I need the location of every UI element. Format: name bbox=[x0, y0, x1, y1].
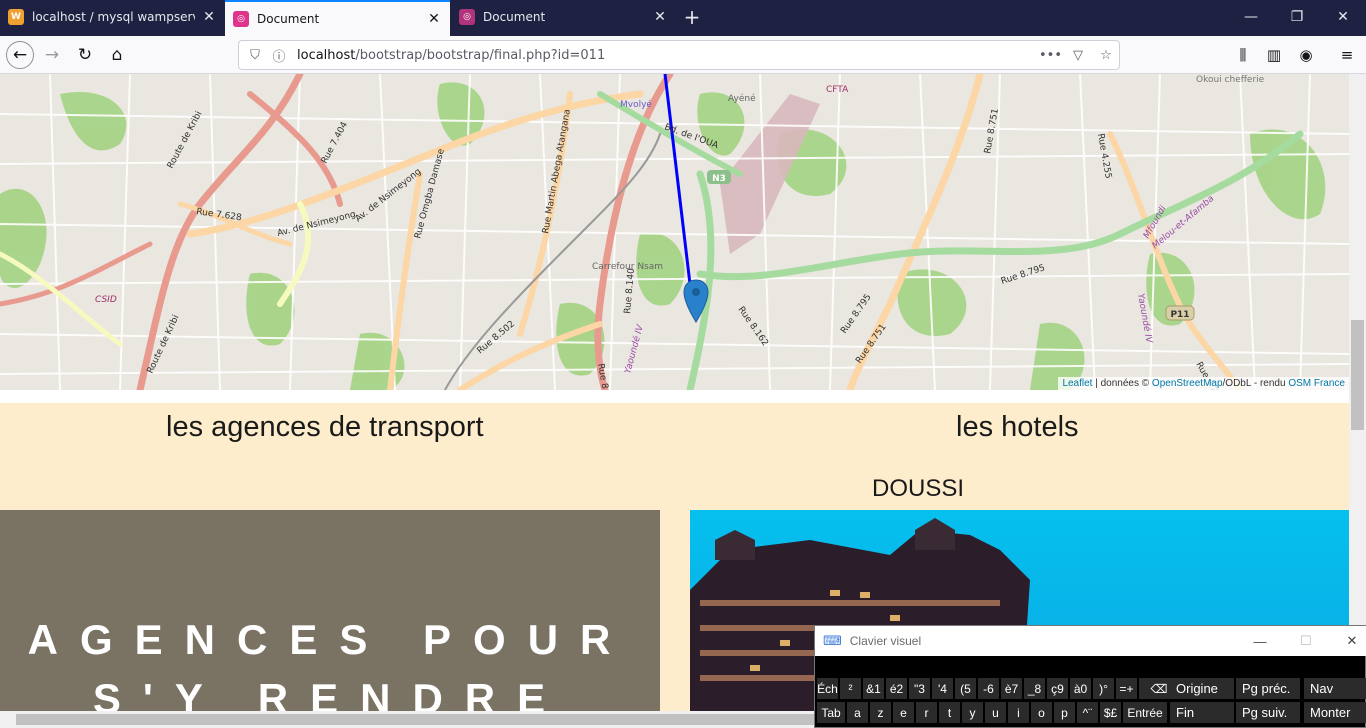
document-favicon-icon: ◎ bbox=[233, 11, 249, 27]
key-2[interactable]: &1 bbox=[863, 678, 884, 699]
tab-title: Document bbox=[483, 10, 546, 24]
key-4[interactable]: "3 bbox=[909, 678, 930, 699]
key-row2-12[interactable]: $£ bbox=[1100, 702, 1121, 723]
tab-phpmyadmin[interactable]: W localhost / mysql wampserver ✕ bbox=[0, 0, 225, 34]
key-0[interactable]: Éch bbox=[817, 678, 838, 699]
tab-key[interactable]: Tab bbox=[817, 702, 845, 723]
key-13[interactable]: =+ bbox=[1116, 678, 1137, 699]
page-actions-icon[interactable]: ••• bbox=[1039, 48, 1062, 63]
close-window-icon[interactable]: ✕ bbox=[1320, 0, 1366, 34]
leaflet-link[interactable]: Leaflet bbox=[1062, 378, 1092, 389]
map-place-label: Mvolyé bbox=[620, 99, 652, 110]
navigation-toolbar: ← → ↻ ⌂ ⛉ ⓘ localhost/bootstrap/bootstra… bbox=[0, 36, 1366, 74]
map-place-label: Okoui chefferie bbox=[1196, 75, 1265, 85]
url-host: localhost bbox=[297, 47, 356, 63]
osm-link[interactable]: OpenStreetMap bbox=[1152, 378, 1223, 389]
key-row2-7[interactable]: u bbox=[985, 702, 1006, 723]
agency-banner[interactable]: AGENCES POUR S'Y RENDRE bbox=[0, 510, 660, 728]
new-tab-button[interactable]: + bbox=[680, 4, 704, 30]
key-row2-8[interactable]: i bbox=[1008, 702, 1029, 723]
nav-key-pgprc[interactable]: Pg préc. bbox=[1236, 678, 1300, 699]
key-row2-11[interactable]: ^¨ bbox=[1077, 702, 1098, 723]
shield-icon[interactable]: ⛉ bbox=[245, 48, 265, 63]
scroll-thumb[interactable] bbox=[16, 714, 816, 725]
license-text: /ODbL - rendu bbox=[1222, 378, 1289, 389]
vertical-scrollbar[interactable] bbox=[1349, 74, 1366, 714]
svg-text:N3: N3 bbox=[712, 174, 726, 184]
account-icon[interactable]: ◉ bbox=[1296, 45, 1316, 65]
keyboard-titlebar[interactable]: ⌨ Clavier visuel — ☐ ✕ bbox=[815, 626, 1366, 656]
key-row2-3[interactable]: e bbox=[893, 702, 914, 723]
url-text[interactable]: localhost/bootstrap/bootstrap/final.php?… bbox=[297, 48, 605, 63]
leaflet-map[interactable]: N3 P11 Mvolyé Ayéné CFTA Okoui chefferie Car… bbox=[0, 74, 1349, 390]
scroll-thumb[interactable] bbox=[1351, 320, 1364, 430]
address-bar[interactable]: ⛉ ⓘ localhost/bootstrap/bootstrap/final.… bbox=[238, 40, 1120, 70]
maximize-icon[interactable]: ☐ bbox=[1283, 626, 1329, 656]
nav-key-nav[interactable]: Nav bbox=[1304, 678, 1366, 699]
forward-button[interactable]: → bbox=[38, 41, 66, 69]
key-3[interactable]: é2 bbox=[886, 678, 907, 699]
key-6[interactable]: (5 bbox=[955, 678, 976, 699]
map-place-label: CFTA bbox=[826, 85, 849, 95]
key-row2-2[interactable]: z bbox=[870, 702, 891, 723]
close-tab-icon[interactable]: ✕ bbox=[652, 9, 668, 25]
key-row2-6[interactable]: y bbox=[962, 702, 983, 723]
key-1[interactable]: ² bbox=[840, 678, 861, 699]
url-path: /bootstrap/bootstrap/final.php?id=011 bbox=[355, 47, 606, 63]
key-5[interactable]: '4 bbox=[932, 678, 953, 699]
key-9[interactable]: _8 bbox=[1024, 678, 1045, 699]
restore-icon[interactable]: ❐ bbox=[1274, 0, 1320, 34]
document-favicon-icon: ◎ bbox=[459, 9, 475, 25]
svg-text:P11: P11 bbox=[1170, 310, 1189, 320]
attribution-text: | données © bbox=[1092, 378, 1152, 389]
map-attribution: Leaflet | données © OpenStreetMap/ODbL -… bbox=[1058, 377, 1349, 390]
osm-france-link[interactable]: OSM France bbox=[1288, 378, 1345, 389]
map-place-label: CSID bbox=[95, 295, 117, 305]
enter-key[interactable]: Entrée bbox=[1123, 702, 1167, 723]
nav-key-monter[interactable]: Monter bbox=[1304, 702, 1366, 723]
hotels-heading: les hotels bbox=[956, 411, 1079, 443]
tab-title: Document bbox=[257, 12, 320, 26]
keyboard-title: Clavier visuel bbox=[849, 634, 922, 648]
key-row2-5[interactable]: t bbox=[939, 702, 960, 723]
key-10[interactable]: ç9 bbox=[1047, 678, 1068, 699]
nav-key-origine[interactable]: Origine bbox=[1170, 678, 1234, 699]
key-row2-4[interactable]: r bbox=[916, 702, 937, 723]
close-tab-icon[interactable]: ✕ bbox=[201, 9, 217, 25]
key-8[interactable]: è7 bbox=[1001, 678, 1022, 699]
menu-icon[interactable]: ≡ bbox=[1337, 45, 1357, 65]
hotel-name: DOUSSI bbox=[872, 475, 965, 502]
minimize-icon[interactable]: — bbox=[1237, 626, 1283, 656]
home-button[interactable]: ⌂ bbox=[103, 41, 131, 69]
map-place-label: Ayéné bbox=[728, 93, 756, 104]
minimize-icon[interactable]: — bbox=[1228, 0, 1274, 34]
nav-key-pgsuiv[interactable]: Pg suiv. bbox=[1236, 702, 1300, 723]
pocket-icon[interactable]: ▽ bbox=[1068, 48, 1088, 63]
map-tiles: N3 P11 MvolyéAyénéCFTAOkoui chefferieCar… bbox=[0, 74, 1349, 390]
agency-banner-line-1: AGENCES POUR bbox=[27, 616, 633, 663]
key-7[interactable]: -6 bbox=[978, 678, 999, 699]
info-icon[interactable]: ⓘ bbox=[269, 46, 289, 65]
tab-document-active[interactable]: ◎ Document ✕ bbox=[225, 0, 450, 36]
tab-bar: W localhost / mysql wampserver ✕ ◎ Docum… bbox=[0, 0, 1366, 36]
key-12[interactable]: )° bbox=[1093, 678, 1114, 699]
agencies-heading: les agences de transport bbox=[166, 411, 484, 443]
key-row2-1[interactable]: a bbox=[847, 702, 868, 723]
key-row2-9[interactable]: o bbox=[1031, 702, 1052, 723]
reload-button[interactable]: ↻ bbox=[71, 41, 99, 69]
nav-key-fin[interactable]: Fin bbox=[1170, 702, 1234, 723]
key-row2-10[interactable]: p bbox=[1054, 702, 1075, 723]
library-icon[interactable]: ⫼ bbox=[1233, 45, 1253, 65]
bookmark-star-icon[interactable]: ☆ bbox=[1096, 48, 1116, 63]
tab-title: localhost / mysql wampserver bbox=[32, 10, 195, 24]
tab-document[interactable]: ◎ Document ✕ bbox=[451, 0, 676, 34]
key-11[interactable]: à0 bbox=[1070, 678, 1091, 699]
keyboard-icon: ⌨ bbox=[823, 633, 842, 648]
wamp-favicon-icon: W bbox=[8, 9, 24, 25]
back-button[interactable]: ← bbox=[6, 41, 34, 69]
close-icon[interactable]: ✕ bbox=[1329, 626, 1366, 656]
on-screen-keyboard: ⌨ Clavier visuel — ☐ ✕ Éch ² &1 é2 "3'4 (5 -6 è… bbox=[814, 625, 1366, 728]
close-tab-icon[interactable]: ✕ bbox=[426, 11, 442, 27]
sidebar-icon[interactable]: ▥ bbox=[1264, 45, 1284, 65]
